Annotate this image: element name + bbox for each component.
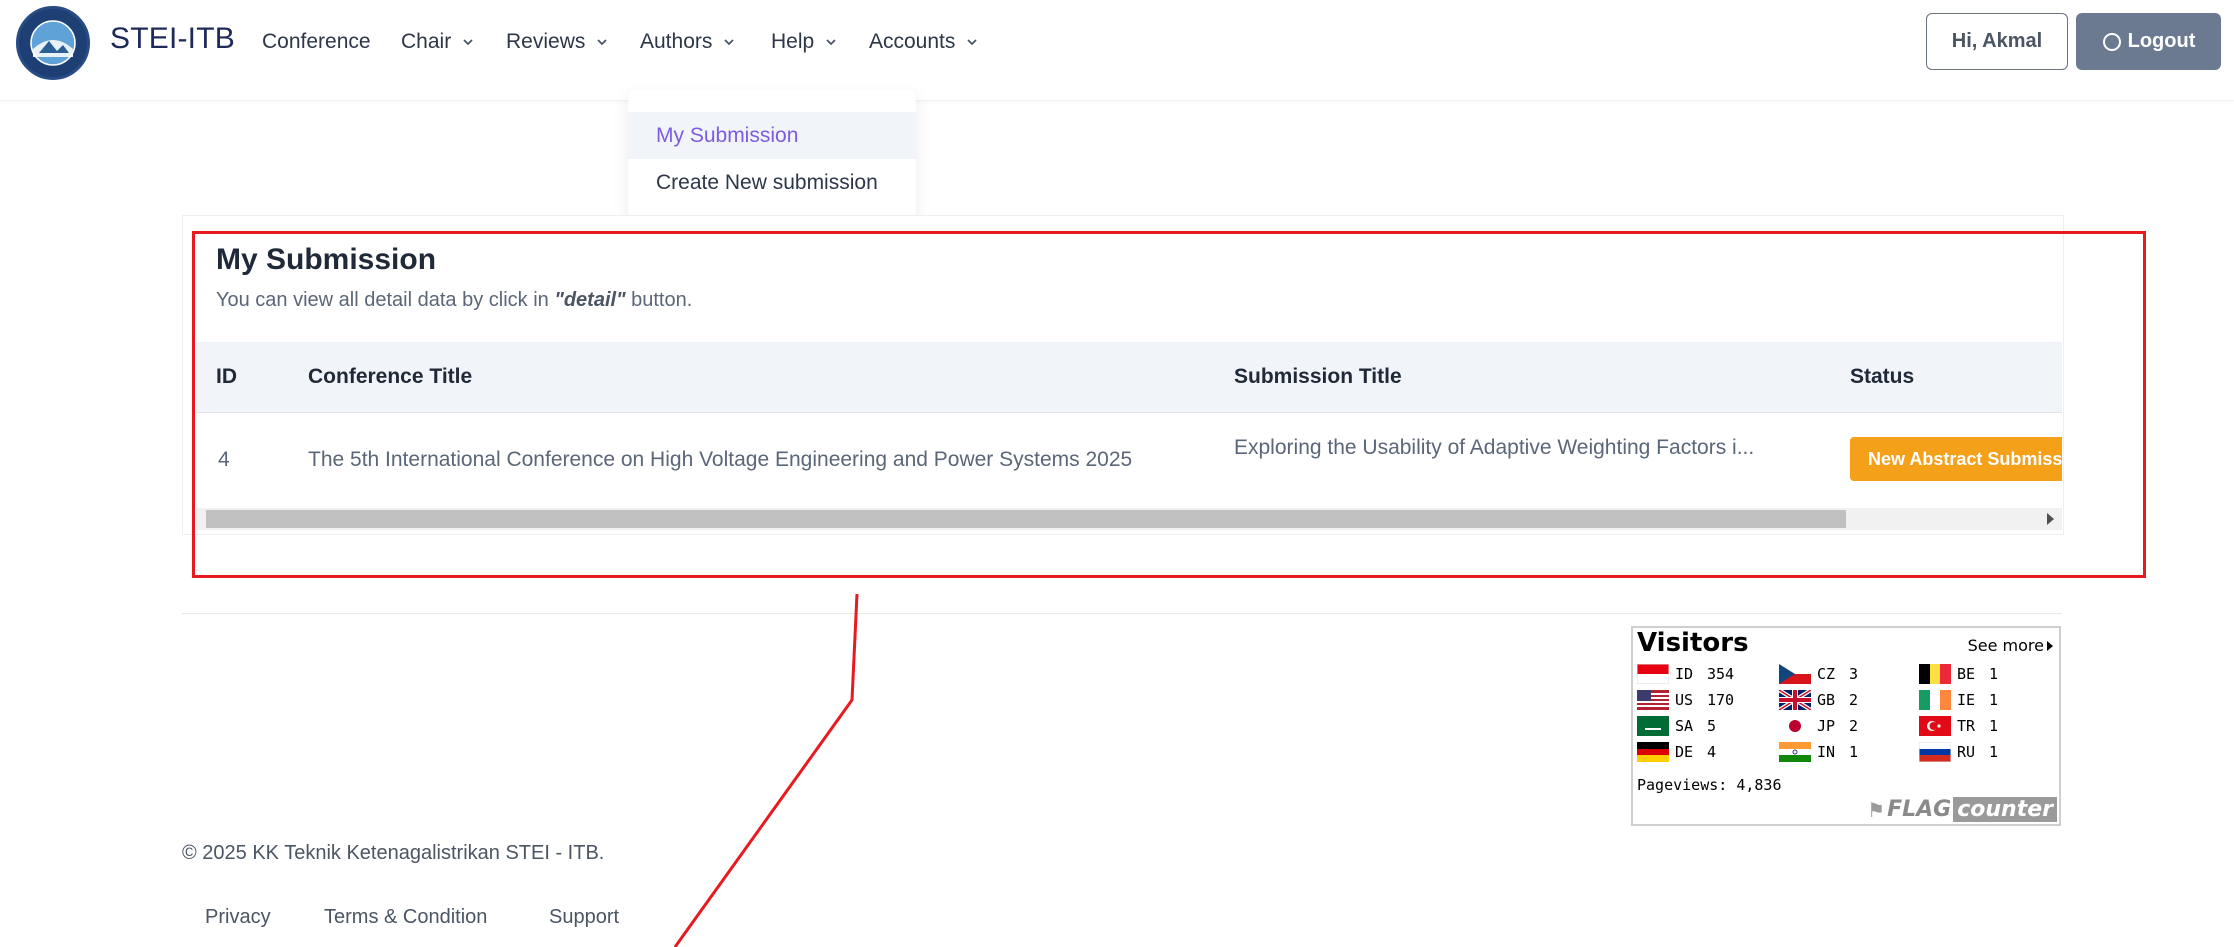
visitor-entry: CZ 3 [1779, 664, 1858, 684]
subtitle-emphasis: "detail" [554, 289, 626, 311]
pageviews-count: Pageviews: 4,836 [1637, 776, 1782, 794]
column-header-conference-title[interactable]: Conference Title [308, 365, 472, 389]
visitor-entry: TR 1 [1919, 716, 1998, 736]
flag-ru-icon [1919, 742, 1951, 762]
subtitle-text-end: button. [625, 289, 693, 311]
footer-link-privacy[interactable]: Privacy [205, 906, 271, 929]
flag-be-icon [1919, 664, 1951, 684]
brand-name[interactable]: STEI-ITB [110, 22, 235, 56]
visitor-entry: ID 354 [1637, 664, 1734, 684]
menu-item-my-submission[interactable]: My Submission [628, 112, 916, 159]
footer-link-support[interactable]: Support [549, 906, 619, 929]
nav-label: Reviews [506, 30, 586, 53]
logout-button[interactable]: Logout [2076, 13, 2221, 70]
nav-label: Conference [262, 30, 371, 53]
nav-authors[interactable]: Authors [640, 30, 736, 54]
flag-de-icon [1637, 742, 1669, 762]
cell-submission-title[interactable]: Exploring the Usability of Adaptive Weig… [1234, 436, 1754, 460]
nav-chair[interactable]: Chair [401, 30, 475, 54]
logout-label: Logout [2127, 30, 2196, 52]
column-header-status[interactable]: Status [1850, 365, 1914, 389]
flag-sa-icon [1637, 716, 1669, 736]
nav-label: Accounts [869, 30, 956, 53]
flag-ie-icon [1919, 690, 1951, 710]
see-more-label: See more [1967, 636, 2044, 655]
column-header-submission-title[interactable]: Submission Title [1234, 365, 1402, 389]
flag-tr-icon [1919, 716, 1951, 736]
nav-label: Authors [640, 30, 713, 53]
profile-button[interactable]: Hi, Akmal [1926, 13, 2068, 70]
stei-logo[interactable] [16, 6, 90, 80]
status-badge[interactable]: New Abstract Submission [1850, 437, 2062, 481]
nav-accounts[interactable]: Accounts [869, 30, 979, 54]
visitor-entry: US 170 [1637, 690, 1734, 710]
flag-us-icon [1637, 690, 1669, 710]
subtitle-text: You can view all detail data by click in [216, 289, 555, 311]
flag-cz-icon [1779, 664, 1811, 684]
cell-id: 4 [218, 448, 230, 471]
top-navbar: STEI-ITB Conference Chair Reviews Author… [0, 0, 2234, 101]
caret-right-icon [2047, 640, 2053, 651]
flag-gb-icon [1779, 690, 1811, 710]
chevron-down-icon [967, 39, 978, 46]
chevron-down-icon [597, 39, 607, 46]
page-title: My Submission [216, 243, 437, 276]
flag-in-icon [1779, 742, 1811, 762]
table-header [196, 342, 2062, 413]
section-divider [182, 613, 2062, 614]
column-header-id[interactable]: ID [216, 365, 237, 389]
visitors-widget[interactable]: Visitors See more ID 354 US 170 SA 5 DE … [1631, 626, 2061, 826]
visitor-entry: JP 2 [1779, 716, 1858, 736]
visitor-entry: DE 4 [1637, 742, 1716, 762]
nav-reviews[interactable]: Reviews [506, 30, 609, 54]
footer-copyright: © 2025 KK Teknik Ketenagalistrikan STEI … [182, 842, 605, 864]
footer-link-terms[interactable]: Terms & Condition [324, 906, 487, 929]
see-more-link[interactable]: See more [1968, 636, 2053, 655]
visitor-entry: SA 5 [1637, 716, 1716, 736]
chevron-down-icon [724, 39, 735, 46]
visitor-entry: GB 2 [1779, 690, 1858, 710]
page-subtitle: You can view all detail data by click in… [216, 289, 692, 312]
flagcounter-badge[interactable]: ⚑ FLAG counter [1867, 797, 2057, 822]
menu-item-create-new-submission[interactable]: Create New submission [628, 159, 916, 206]
power-icon [2102, 32, 2121, 51]
flag-id-icon [1637, 664, 1669, 684]
nav-help[interactable]: Help [771, 30, 838, 54]
visitor-entry: RU 1 [1919, 742, 1998, 762]
scroll-right-arrow-icon[interactable] [2047, 513, 2054, 525]
visitor-entry: IE 1 [1919, 690, 1998, 710]
chevron-down-icon [463, 39, 473, 46]
cell-conference-title: The 5th International Conference on High… [308, 448, 1133, 471]
nav-label: Help [771, 30, 815, 53]
visitors-title: Visitors [1637, 628, 1749, 658]
authors-dropdown-menu: My Submission Create New submission [628, 90, 916, 225]
visitor-entry: BE 1 [1919, 664, 1998, 684]
visitor-entry: IN 1 [1779, 742, 1858, 762]
flag-counter-logo-icon: ⚑ [1867, 797, 1886, 822]
nav-label: Chair [401, 30, 452, 53]
horizontal-scrollbar[interactable] [196, 508, 2062, 530]
chevron-down-icon [826, 39, 836, 46]
scrollbar-thumb[interactable] [206, 510, 1846, 528]
nav-conference[interactable]: Conference [262, 30, 371, 54]
flag-jp-icon [1779, 716, 1811, 736]
